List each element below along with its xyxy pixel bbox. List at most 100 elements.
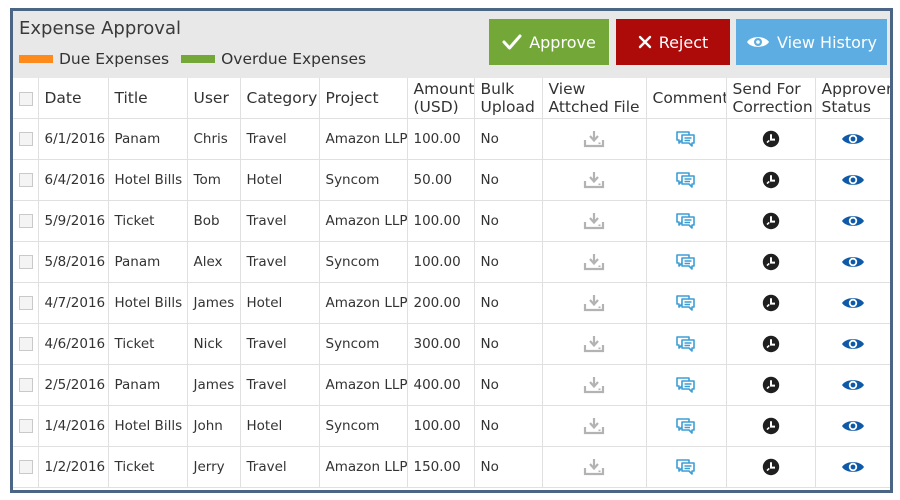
eye-icon[interactable] [841,254,865,270]
eye-icon[interactable] [841,213,865,229]
row-select-cell [13,323,39,365]
send-back-icon[interactable] [762,130,780,148]
cell-project: Syncom [319,405,408,447]
send-back-icon[interactable] [762,458,780,476]
column-header-title[interactable]: Title [108,78,188,119]
cell-user: Chris [187,118,241,160]
row-checkbox[interactable] [19,419,33,433]
cell-amount: 300.00 [407,323,475,365]
view-history-button[interactable]: View History [736,19,887,65]
eye-icon[interactable] [841,459,865,475]
column-header-amount[interactable]: Amount (USD) [407,78,475,119]
cell-date: 1/2/2016 [38,446,109,488]
cell-user: James [187,282,241,324]
column-header-comment[interactable]: Comment [646,78,727,119]
column-header-date[interactable]: Date [38,78,109,119]
column-header-project[interactable]: Project [319,78,408,119]
eye-icon[interactable] [841,377,865,393]
row-checkbox[interactable] [19,173,33,187]
comment-icon[interactable] [675,170,697,190]
row-checkbox[interactable] [19,255,33,269]
cell-send-correction [726,241,816,283]
row-checkbox[interactable] [19,214,33,228]
cell-project: Amazon LLP [319,200,408,242]
send-back-icon[interactable] [762,335,780,353]
reject-button[interactable]: Reject [616,19,730,65]
legend-due: Due Expenses [19,50,169,68]
download-icon[interactable] [583,417,605,435]
download-icon[interactable] [583,171,605,189]
comment-icon[interactable] [675,457,697,477]
cell-approver-status [815,118,890,160]
download-icon[interactable] [583,335,605,353]
download-icon[interactable] [583,212,605,230]
eye-icon[interactable] [841,336,865,352]
comment-icon[interactable] [675,293,697,313]
cell-approver-status [815,405,890,447]
download-icon[interactable] [583,253,605,271]
row-checkbox[interactable] [19,296,33,310]
cell-title: Ticket [108,200,188,242]
table-header-row: Date Title User Category Project Amount … [13,78,890,119]
download-icon[interactable] [583,376,605,394]
cell-send-correction [726,159,816,201]
select-all-checkbox[interactable] [19,91,33,106]
panel-header: Expense Approval Due Expenses Overdue Ex… [13,11,890,78]
cell-send-correction [726,405,816,447]
row-select-cell [13,446,39,488]
reject-label: Reject [658,32,709,52]
send-back-icon[interactable] [762,376,780,394]
cell-category: Travel [240,118,320,160]
eye-icon[interactable] [841,295,865,311]
cell-view-file [542,118,647,160]
cell-user: Tom [187,159,241,201]
cell-title: Ticket [108,446,188,488]
column-header-view-file[interactable]: View Attched File [542,78,647,119]
cell-title: Hotel Bills [108,282,188,324]
cell-approver-status [815,241,890,283]
expense-table: Date Title User Category Project Amount … [13,78,890,488]
cell-comment [646,364,727,406]
comment-icon[interactable] [675,375,697,395]
column-header-bulk-upload[interactable]: Bulk Upload [474,78,543,119]
cell-project: Amazon LLP [319,118,408,160]
comment-icon[interactable] [675,129,697,149]
row-checkbox[interactable] [19,132,33,146]
eye-icon[interactable] [841,172,865,188]
cell-send-correction [726,118,816,160]
row-select-cell [13,282,39,324]
cell-category: Travel [240,241,320,283]
row-checkbox[interactable] [19,337,33,351]
cell-approver-status [815,323,890,365]
comment-icon[interactable] [675,334,697,354]
comment-icon[interactable] [675,252,697,272]
row-select-cell [13,241,39,283]
cell-send-correction [726,446,816,488]
column-header-user[interactable]: User [187,78,241,119]
send-back-icon[interactable] [762,253,780,271]
comment-icon[interactable] [675,416,697,436]
download-icon[interactable] [583,294,605,312]
send-back-icon[interactable] [762,212,780,230]
send-back-icon[interactable] [762,171,780,189]
column-header-send-correction[interactable]: Send For Correction [726,78,816,119]
row-checkbox[interactable] [19,460,33,474]
comment-icon[interactable] [675,211,697,231]
approve-button[interactable]: Approve [489,19,609,65]
cell-date: 5/9/2016 [38,200,109,242]
cell-user: James [187,364,241,406]
send-back-icon[interactable] [762,417,780,435]
column-header-approver-status[interactable]: Approver Status [815,78,890,119]
table-row: 4/7/2016 Hotel Bills James Hotel Amazon … [13,282,890,324]
eye-icon[interactable] [841,131,865,147]
cell-view-file [542,405,647,447]
column-header-category[interactable]: Category [240,78,320,119]
cell-date: 1/4/2016 [38,405,109,447]
cell-amount: 200.00 [407,282,475,324]
download-icon[interactable] [583,130,605,148]
cell-comment [646,282,727,324]
eye-icon[interactable] [841,418,865,434]
send-back-icon[interactable] [762,294,780,312]
download-icon[interactable] [583,458,605,476]
row-checkbox[interactable] [19,378,33,392]
